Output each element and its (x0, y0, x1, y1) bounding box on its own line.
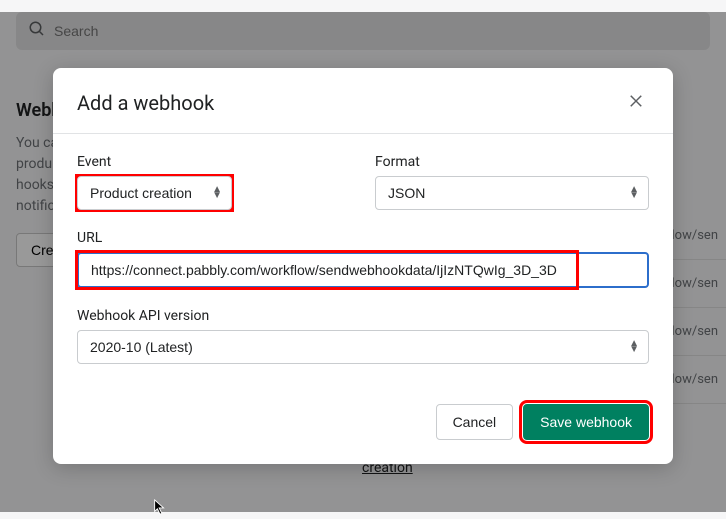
event-group: Event Product creation ▲▼ (77, 154, 351, 210)
format-select-wrapper: JSON ▲▼ (375, 176, 649, 210)
url-input[interactable] (77, 252, 649, 288)
event-label: Event (77, 154, 351, 170)
api-version-label: Webhook API version (77, 308, 649, 324)
modal-footer: Cancel Save webhook (53, 384, 673, 464)
format-group: Format JSON ▲▼ (375, 154, 649, 210)
modal-header: Add a webhook (53, 68, 673, 134)
url-group: URL (77, 230, 649, 288)
api-version-group: Webhook API version 2020-10 (Latest) ▲▼ (77, 308, 649, 364)
modal-overlay: Add a webhook Event Product creation (0, 12, 726, 512)
modal-body: Event Product creation ▲▼ Format JSON (53, 134, 673, 384)
close-button[interactable] (623, 88, 649, 117)
save-webhook-button[interactable]: Save webhook (523, 404, 649, 440)
api-version-select-wrapper: 2020-10 (Latest) ▲▼ (77, 330, 649, 364)
api-version-select[interactable]: 2020-10 (Latest) (77, 330, 649, 364)
add-webhook-modal: Add a webhook Event Product creation (53, 68, 673, 464)
modal-title: Add a webhook (77, 91, 214, 115)
event-select[interactable]: Product creation (77, 176, 232, 210)
url-label: URL (77, 230, 649, 246)
cancel-button[interactable]: Cancel (436, 404, 514, 440)
format-label: Format (375, 154, 649, 170)
close-icon (627, 98, 645, 113)
event-select-wrapper: Product creation ▲▼ (77, 176, 232, 210)
format-select[interactable]: JSON (375, 176, 649, 210)
